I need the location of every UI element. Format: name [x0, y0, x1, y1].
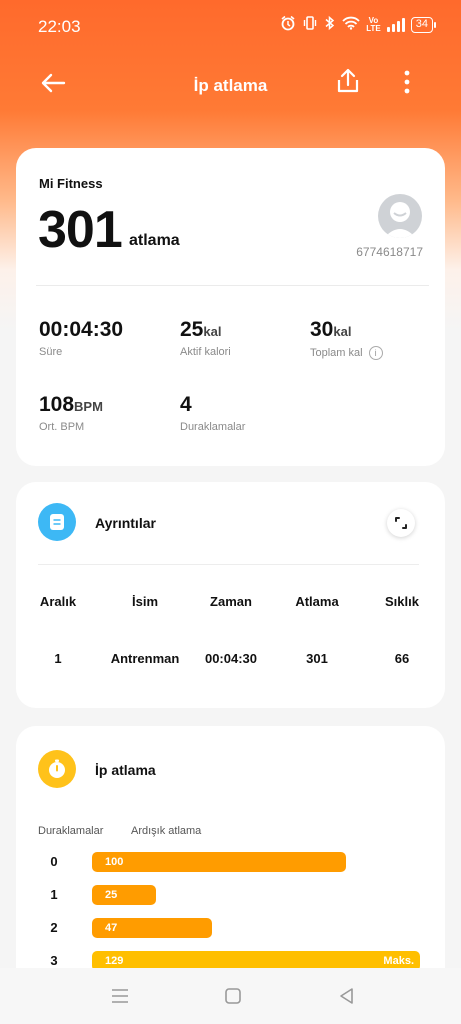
bar: 100: [92, 852, 346, 872]
active-calories-label: Aktif kalori: [180, 346, 231, 358]
expand-button[interactable]: [387, 509, 415, 537]
info-icon[interactable]: i: [368, 346, 383, 360]
bar-row-label: 2: [50, 920, 58, 935]
column-header-interval: Aralık: [39, 594, 77, 609]
summary-card: Mi Fitness 301 atlama 6774618717 00:04:3…: [16, 148, 445, 466]
bluetooth-icon: [324, 15, 336, 34]
avg-bpm-value: 108: [39, 393, 75, 416]
back-nav-button[interactable]: [335, 986, 359, 1006]
home-button[interactable]: [221, 986, 245, 1006]
bar: 47: [92, 918, 212, 938]
divider: [38, 564, 419, 565]
avg-bpm-unit: BPM: [74, 399, 103, 414]
navigation-bar: [0, 968, 461, 1024]
column-header-time: Zaman: [210, 594, 252, 609]
vibrate-icon: [302, 15, 318, 34]
more-vertical-icon: [404, 70, 410, 94]
table-cell: 00:04:30: [204, 651, 258, 666]
signal-icon: [386, 17, 405, 32]
jump-count: 301: [38, 201, 123, 259]
stat-total-calories: 30kal Toplam kal i: [310, 318, 383, 360]
expand-icon: [395, 517, 407, 529]
table-cell: Antrenman: [110, 651, 180, 666]
column-header-jumps: Atlama: [295, 594, 339, 609]
stopwatch-icon: [38, 750, 76, 788]
share-button[interactable]: [334, 66, 362, 96]
avatar[interactable]: [378, 194, 422, 238]
table-cell: 1: [54, 651, 62, 666]
column-header-frequency: Sıklık: [385, 594, 419, 609]
bar-track: 47: [92, 918, 420, 938]
bar: 25: [92, 885, 156, 905]
bar-row-label: 0: [50, 854, 58, 869]
active-calories-unit: kal: [203, 324, 222, 339]
legend-consecutive: Ardışık atlama: [131, 825, 202, 837]
details-title: Ayrıntılar: [95, 515, 156, 531]
menu-button[interactable]: [108, 986, 132, 1006]
page-title: İp atlama: [193, 76, 268, 95]
user-id: 6774618717: [356, 245, 423, 259]
source-label: Mi Fitness: [39, 176, 103, 191]
total-calories-label: Toplam kal: [310, 346, 363, 359]
stat-active-calories: 25kal Aktif kalori: [180, 318, 231, 358]
divider: [36, 285, 429, 286]
total-calories-unit: kal: [333, 324, 352, 339]
details-card: Ayrıntılar Aralık İsim Zaman Atlama Sıkl…: [16, 482, 445, 708]
bar-value: 47: [105, 922, 118, 934]
status-bar: 22:03 Vo LTE 34: [0, 0, 461, 52]
jump-rope-title: İp atlama: [95, 762, 156, 778]
share-icon: [337, 68, 359, 93]
triangle-left-icon: [340, 988, 353, 1004]
pauses-value: 4: [180, 393, 192, 416]
total-calories-value: 30: [310, 318, 334, 341]
app-header: İp atlama: [0, 56, 461, 112]
bar-row-label: 3: [50, 953, 58, 968]
more-options-button[interactable]: [396, 68, 418, 98]
stat-duration: 00:04:30 Süre: [39, 318, 123, 358]
battery-icon: 34: [410, 16, 437, 33]
stat-pauses: 4 Duraklamalar: [180, 393, 245, 433]
status-time: 22:03: [38, 17, 81, 36]
table-cell: 301: [306, 651, 328, 666]
bar-row-label: 1: [50, 887, 58, 902]
user-avatar-icon: [384, 202, 416, 238]
volte-icon: Vo LTE: [366, 15, 381, 33]
wifi-icon: [342, 16, 360, 33]
alarm-icon: [280, 15, 296, 34]
bar-value: 100: [105, 856, 124, 868]
details-icon: [38, 503, 76, 541]
bar-value: 25: [105, 889, 118, 901]
square-icon: [225, 988, 241, 1004]
status-icons: Vo LTE 34: [280, 15, 437, 34]
bar-max-label: Maks.: [383, 955, 414, 967]
bar-track: 100: [92, 852, 420, 872]
stat-avg-bpm: 108BPM Ort. BPM: [39, 393, 103, 433]
duration-value: 00:04:30: [39, 318, 124, 341]
pauses-label: Duraklamalar: [180, 421, 246, 433]
menu-icon: [112, 989, 128, 1003]
table-cell: 66: [394, 651, 410, 666]
column-header-name: İsim: [131, 594, 159, 609]
duration-label: Süre: [39, 346, 63, 358]
legend-pauses: Duraklamalar: [38, 825, 104, 837]
jump-count-unit: atlama: [129, 232, 180, 249]
jump-rope-card: İp atlama Duraklamalar Ardışık atlama 0 1…: [16, 726, 445, 996]
bar-value: 129: [105, 955, 124, 967]
avg-bpm-label: Ort. BPM: [39, 421, 85, 433]
bar-track: 25: [92, 885, 420, 905]
active-calories-value: 25: [180, 318, 204, 341]
